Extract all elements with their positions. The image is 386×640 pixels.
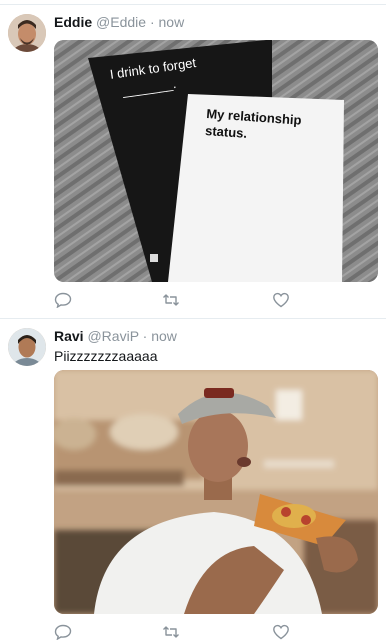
white-card: My relationship status.	[168, 94, 344, 282]
tweet-actions	[54, 624, 314, 640]
tweet-actions	[54, 292, 314, 308]
display-name[interactable]: Ravi	[54, 328, 84, 344]
retweet-icon[interactable]	[162, 292, 180, 308]
top-divider	[0, 4, 386, 5]
tweet-divider	[0, 318, 386, 319]
tweet-image[interactable]: I drink to forget _______. My relationsh…	[54, 40, 378, 282]
separator-dot: ·	[149, 14, 155, 30]
like-icon[interactable]	[272, 292, 290, 308]
tweet-header: Ravi @RaviP · now	[54, 328, 177, 344]
reply-icon[interactable]	[54, 292, 72, 308]
tweet-header: Eddie @Eddie · now	[54, 14, 184, 30]
avatar[interactable]	[8, 328, 46, 366]
handle[interactable]: @RaviP	[87, 328, 138, 344]
like-icon[interactable]	[272, 624, 290, 640]
handle[interactable]: @Eddie	[96, 14, 146, 30]
timestamp[interactable]: now	[159, 14, 185, 30]
reply-icon[interactable]	[54, 624, 72, 640]
tweet-image[interactable]	[54, 370, 378, 614]
avatar[interactable]	[8, 14, 46, 52]
timestamp[interactable]: now	[151, 328, 177, 344]
white-card-line2: status.	[205, 123, 248, 141]
display-name[interactable]: Eddie	[54, 14, 92, 30]
separator-dot: ·	[142, 328, 148, 344]
tweet-text: Piizzzzzzzaaaaa	[54, 348, 158, 364]
retweet-icon[interactable]	[162, 624, 180, 640]
